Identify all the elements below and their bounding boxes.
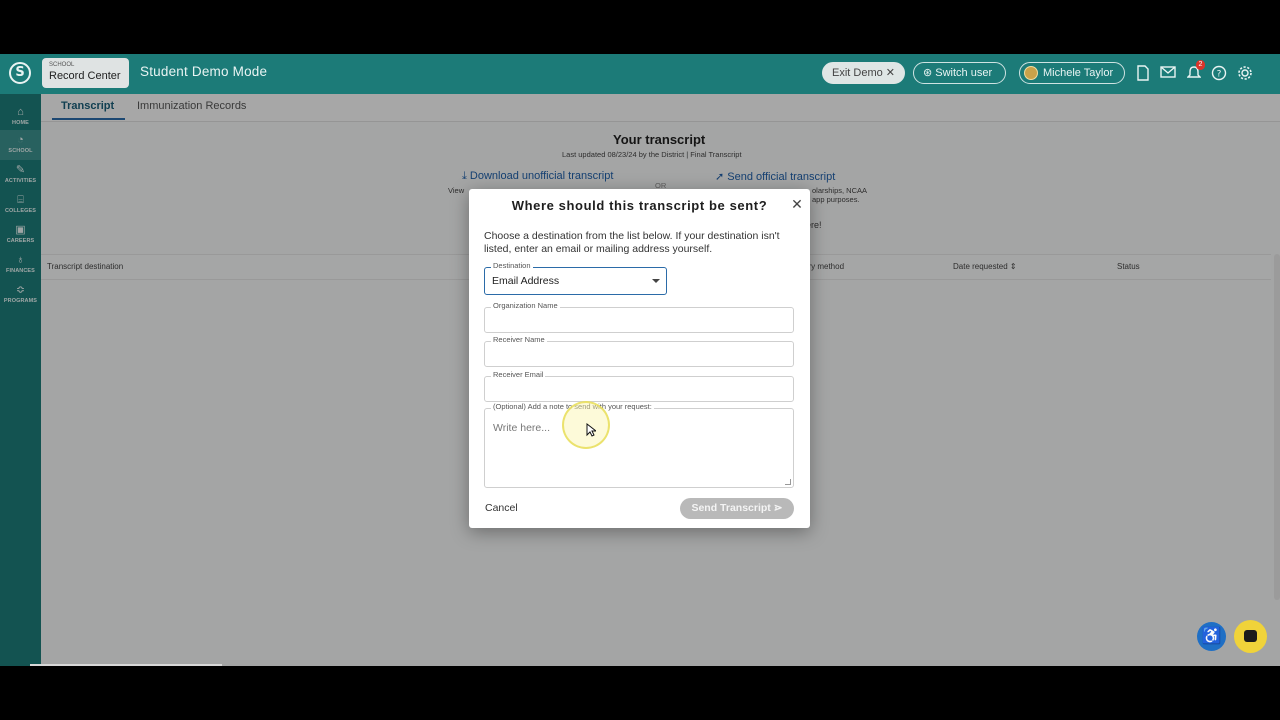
exit-demo-button[interactable]: Exit Demo ✕ (822, 62, 905, 84)
receiver-email-input[interactable]: Receiver Email (484, 370, 794, 402)
resize-handle-icon[interactable] (785, 479, 791, 485)
user-name: Michele Taylor (1043, 67, 1114, 79)
app-logo-icon[interactable]: S (9, 62, 31, 84)
cancel-button[interactable]: Cancel (485, 502, 518, 514)
mail-icon[interactable] (1160, 65, 1176, 81)
note-placeholder: Write here... (493, 422, 550, 434)
gear-icon[interactable] (1237, 65, 1253, 81)
close-icon[interactable]: ✕ (790, 197, 804, 211)
send-transcript-dialog: Where should this transcript be sent? ✕ … (469, 189, 810, 528)
avatar (1024, 66, 1038, 80)
send-transcript-button[interactable]: Send Transcript ⋗ (680, 498, 794, 519)
receiver-name-label: Receiver Name (491, 335, 547, 345)
note-textarea[interactable]: (Optional) Add a note to send with your … (484, 402, 794, 488)
app-screen: S SCHOOL Record Center Student Demo Mode… (0, 54, 1280, 666)
help-icon[interactable]: ? (1211, 65, 1227, 81)
svg-text:?: ? (1217, 70, 1222, 80)
dialog-instructions: Choose a destination from the list below… (484, 230, 780, 255)
notification-count-badge: 2 (1196, 60, 1205, 70)
top-header: S SCHOOL Record Center Student Demo Mode… (0, 54, 1280, 94)
school-record-center-chip[interactable]: SCHOOL Record Center (42, 58, 129, 88)
receiver-email-label: Receiver Email (491, 370, 546, 380)
school-chip-label: SCHOOL (49, 62, 75, 68)
accessibility-icon[interactable]: ♿ (1197, 622, 1226, 651)
page-scrollbar[interactable] (1274, 254, 1280, 600)
organization-name-input[interactable]: Organization Name (484, 301, 794, 333)
chat-icon[interactable] (1234, 620, 1267, 653)
destination-label: Destination (491, 261, 533, 271)
user-menu-button[interactable]: Michele Taylor (1019, 62, 1125, 84)
chevron-down-icon (652, 279, 660, 283)
receiver-name-input[interactable]: Receiver Name (484, 335, 794, 367)
page-title: Student Demo Mode (140, 64, 268, 79)
user-circle-icon: ⊛ (923, 67, 936, 79)
destination-value: Email Address (492, 275, 560, 287)
progress-line (30, 664, 222, 666)
document-icon[interactable] (1135, 65, 1151, 81)
destination-select[interactable]: Destination Email Address (484, 261, 667, 295)
school-chip-title: Record Center (49, 70, 121, 82)
dialog-title: Where should this transcript be sent? (511, 198, 768, 213)
switch-user-button[interactable]: ⊛ Switch user (913, 62, 1006, 84)
organization-name-label: Organization Name (491, 301, 560, 311)
mouse-pointer-icon (586, 422, 598, 440)
switch-user-label: Switch user (935, 67, 993, 79)
